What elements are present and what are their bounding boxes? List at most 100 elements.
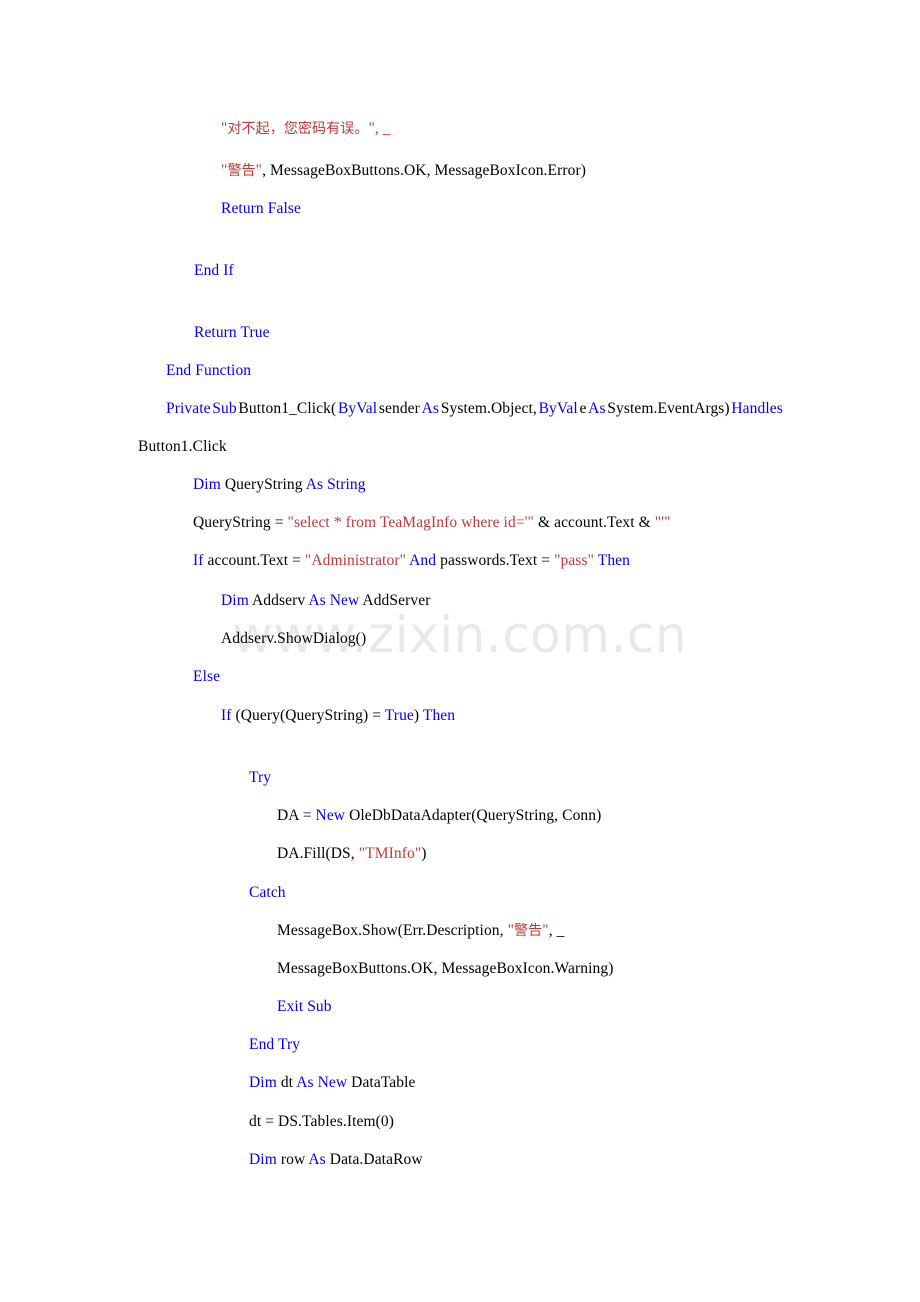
code-token-id: QueryString =: [193, 514, 288, 531]
code-token-kw: Dim: [193, 476, 221, 493]
code-token-kw: Dim: [221, 592, 249, 609]
code-token-id: DataTable: [347, 1074, 416, 1091]
code-line-content: Return False: [221, 198, 920, 220]
code-line: QueryString = "select * from TeaMagInfo …: [0, 512, 920, 534]
code-line: If (Query(QueryString) = True) Then: [0, 705, 920, 727]
code-token-kw: End Try: [249, 1036, 301, 1053]
code-token-kw: If: [193, 552, 204, 569]
code-line-content: Dim Addserv As New AddServer: [221, 590, 920, 612]
code-token-kw: Try: [249, 769, 272, 786]
code-token-id: System.EventArgs): [607, 400, 730, 417]
code-token-kw: As String: [305, 476, 366, 493]
code-line-content: Try: [249, 767, 920, 789]
code-line-content: Addserv.ShowDialog(): [221, 628, 920, 650]
code-line-content: DA.Fill(DS, "TMInfo"): [277, 843, 920, 865]
code-line-content: End Function: [166, 360, 920, 382]
code-line: "对不起，您密码有误。", _: [0, 118, 920, 140]
code-token-kw: Catch: [249, 884, 286, 901]
code-token-id: OleDbDataAdapter(QueryString, Conn): [345, 807, 602, 824]
code-token-kw: Return False: [221, 200, 301, 217]
code-token-id: QueryString: [220, 476, 306, 493]
code-token-kw: Return True: [194, 324, 270, 341]
code-token-kw: Handles: [731, 400, 783, 417]
code-token-kw: Dim: [249, 1151, 277, 1168]
code-line-content: MessageBoxButtons.OK, MessageBoxIcon.War…: [277, 958, 920, 980]
code-token-id: & account.Text &: [533, 514, 655, 531]
code-line: Try: [0, 767, 920, 789]
code-line-content: MessageBox.Show(Err.Description, "警告", _: [277, 920, 920, 942]
code-token-id: AddServer: [359, 592, 431, 609]
code-line: Return True: [0, 322, 920, 344]
code-token-id: dt = DS.Tables.Item(0): [249, 1113, 395, 1130]
code-token-id: (Query(QueryString) =: [231, 707, 385, 724]
code-token-id: Button1_Click(: [238, 400, 337, 417]
code-token-str: 对不起，您密码有误。: [227, 121, 369, 137]
code-token-id: account.Text =: [203, 552, 305, 569]
code-line-content: Button1.Click: [138, 436, 920, 458]
code-line-content: Catch: [249, 882, 920, 904]
code-token-kw: Sub: [212, 400, 237, 417]
code-line: "警告", MessageBoxButtons.OK, MessageBoxIc…: [0, 160, 920, 182]
code-token-id: dt: [276, 1074, 297, 1091]
code-line: Else: [0, 666, 920, 688]
code-line: MessageBox.Show(Err.Description, "警告", _: [0, 920, 920, 942]
code-line-content: dt = DS.Tables.Item(0): [249, 1111, 920, 1133]
code-line: Return False: [0, 198, 920, 220]
code-token-kw: As New: [296, 1074, 348, 1091]
code-token-id: , _: [548, 922, 565, 939]
code-token-id: MessageBoxButtons.OK, MessageBoxIcon.War…: [277, 960, 614, 977]
code-line-content: If (Query(QueryString) = True) Then: [221, 705, 920, 727]
code-token-str: "pass": [554, 552, 595, 569]
code-line: DA = New OleDbDataAdapter(QueryString, C…: [0, 805, 920, 827]
code-line-content: Else: [193, 666, 920, 688]
code-line-content: End If: [194, 260, 920, 282]
code-token-kw: Then: [597, 552, 630, 569]
code-token-id: System.Object,: [440, 400, 537, 417]
code-token-id: passwords.Text =: [436, 552, 555, 569]
code-token-kw: Dim: [249, 1074, 277, 1091]
code-line: Private Sub Button1_Click(ByVal sender As Sys…: [0, 398, 920, 420]
code-line: End Function: [0, 360, 920, 382]
code-token-id: Addserv: [248, 592, 309, 609]
code-token-kw: Then: [422, 707, 456, 724]
code-token-str: 警告: [514, 923, 543, 939]
code-token-str: "TMInfo": [358, 845, 422, 862]
code-line-content: End Try: [249, 1034, 920, 1056]
code-token-kw: As: [588, 400, 606, 417]
code-line-content: "对不起，您密码有误。", _: [221, 118, 920, 140]
code-token-kw: End If: [194, 262, 234, 279]
code-token-kw: If: [221, 707, 232, 724]
code-line-content: Dim dt As New DataTable: [249, 1072, 920, 1094]
code-token-kw: End Function: [166, 362, 252, 379]
code-line-content: Exit Sub: [277, 996, 920, 1018]
code-token-id: sender: [378, 400, 420, 417]
code-token-str: "select * from TeaMagInfo where id='": [287, 514, 534, 531]
code-line: MessageBoxButtons.OK, MessageBoxIcon.War…: [0, 958, 920, 980]
code-line: Dim QueryString As String: [0, 474, 920, 496]
code-line: Catch: [0, 882, 920, 904]
document-page: www.zixin.com.cn "对不起，您密码有误。", _ "警告", Me…: [0, 0, 920, 1302]
code-token-kw: ByVal: [337, 400, 378, 417]
code-token-id: row: [276, 1151, 309, 1168]
code-token-kw: And: [409, 552, 437, 569]
code-line: End Try: [0, 1034, 920, 1056]
code-token-kw: As: [308, 1151, 326, 1168]
code-line-content: Private Sub Button1_Click(ByVal sender As Sys…: [166, 398, 783, 420]
code-token-id: DA.Fill(DS,: [277, 845, 359, 862]
code-line-content: DA = New OleDbDataAdapter(QueryString, C…: [277, 805, 920, 827]
code-token-id: e: [579, 400, 587, 417]
code-line: Dim dt As New DataTable: [0, 1072, 920, 1094]
code-line-content: Dim row As Data.DataRow: [249, 1149, 920, 1171]
code-token-id: Addserv.ShowDialog(): [221, 630, 367, 647]
code-token-kw: True: [384, 707, 414, 724]
code-token-kw: Private: [166, 400, 211, 417]
code-line-content: Dim QueryString As String: [193, 474, 920, 496]
code-line-content: Return True: [194, 322, 920, 344]
code-line-content: If account.Text = "Administrator" And pa…: [193, 550, 920, 572]
code-line: Addserv.ShowDialog(): [0, 628, 920, 650]
code-token-str: 警告: [227, 163, 256, 179]
code-token-id: ): [421, 845, 427, 862]
code-token-kw: New: [315, 807, 346, 824]
code-line: Dim Addserv As New AddServer: [0, 590, 920, 612]
code-line: DA.Fill(DS, "TMInfo"): [0, 843, 920, 865]
